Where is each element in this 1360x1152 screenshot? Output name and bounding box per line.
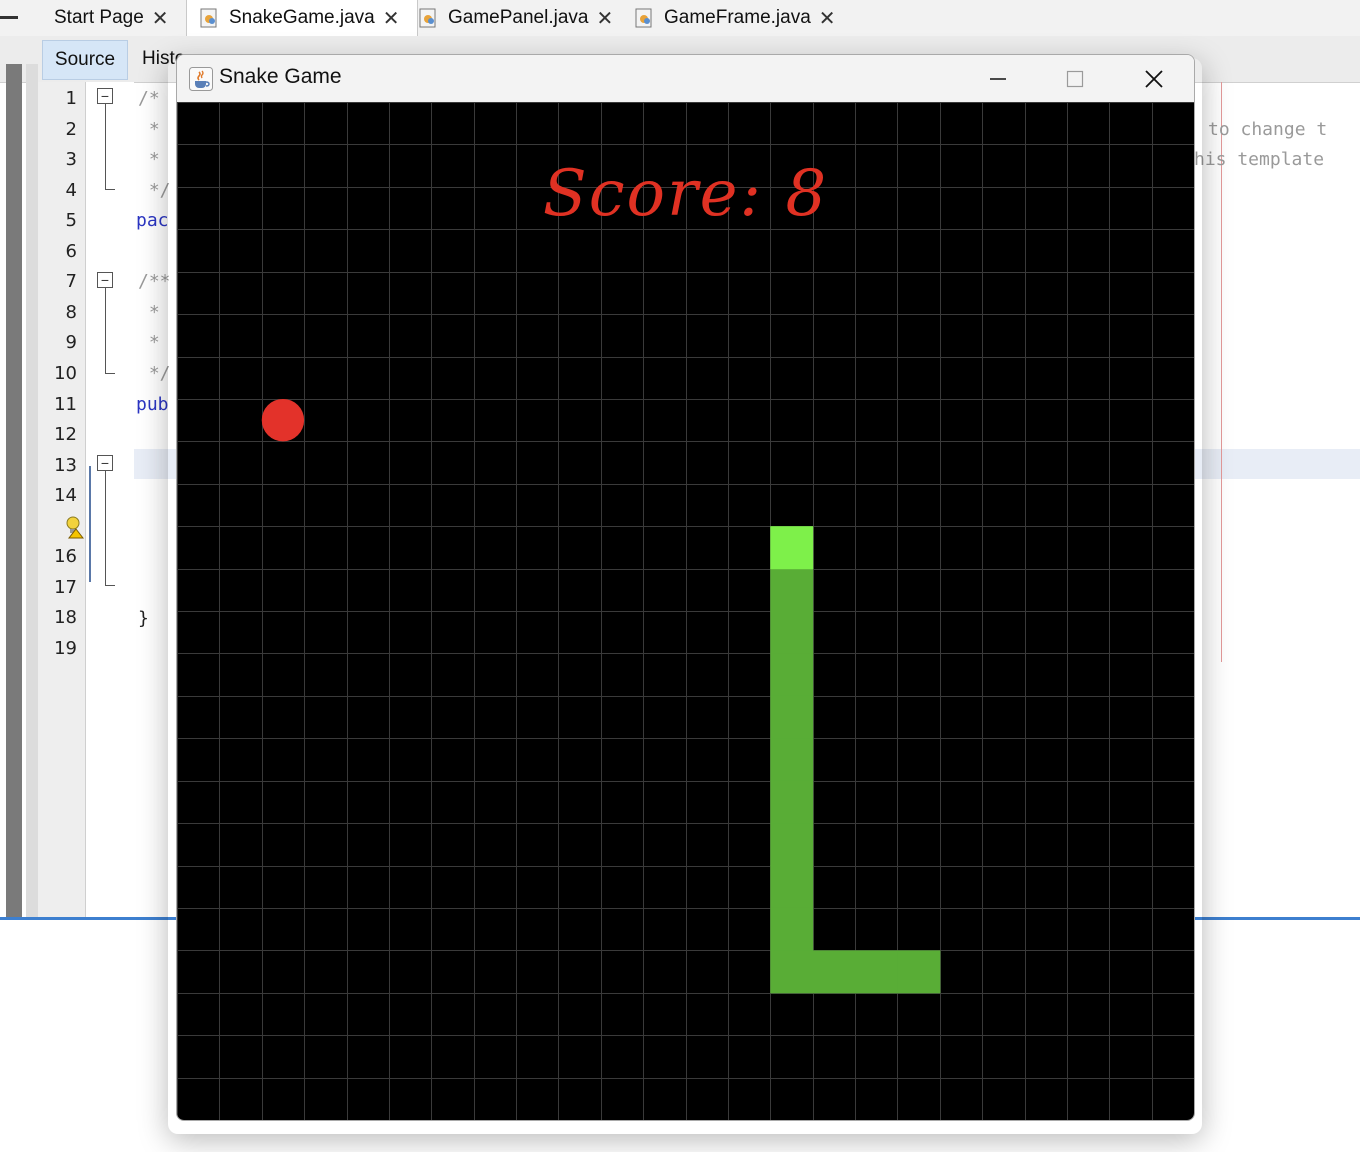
code-fold-column: − − − [86,82,134,918]
tab-label: GameFrame.java [664,7,811,28]
tab-snakegame-java[interactable]: SnakeGame.java ✕ [186,0,418,36]
lightbulb-warning-icon[interactable] [64,515,84,539]
fold-toggle-icon[interactable]: − [97,455,113,471]
minimize-icon [989,77,1006,80]
code-comment: * [138,119,160,140]
line-number: 10 [54,363,77,384]
fold-guide [105,471,106,585]
minimize-button[interactable] [959,55,1036,102]
line-number: 13 [54,455,77,476]
code-comment: * [138,332,160,353]
tab-gamepanel-java[interactable]: GamePanel.java ✕ [408,0,632,36]
line-number: 4 [65,180,77,201]
game-canvas [177,102,1194,1120]
line-number: 7 [65,271,77,292]
panel-minimize-icon[interactable] [0,16,18,19]
score-label: Score: 8 [542,157,829,231]
tab-gameframe-java[interactable]: GameFrame.java ✕ [626,0,854,36]
line-number: 8 [65,302,77,323]
snake-body-segment [770,780,814,824]
fold-guide [105,585,115,586]
code-comment: */ [138,363,171,384]
apple-layer [261,398,305,442]
fold-guide [105,104,106,189]
line-number-gutter: 1 2 3 4 5 6 7 8 9 10 11 12 13 14 16 17 1… [38,82,86,918]
snake-body-segment [770,653,814,697]
maximize-icon [1066,70,1083,87]
java-coffee-icon [189,67,213,91]
code-comment: /** [138,271,171,292]
editor-tab-bar: Start Page ✕ SnakeGame.java ✕ GamePanel.… [0,0,1360,37]
line-number: 19 [54,638,77,659]
snake-game-window: Snake Game Score: 8 [176,54,1195,1121]
close-icon[interactable]: ✕ [152,6,169,31]
line-number: 3 [65,149,77,170]
close-icon [1144,69,1163,88]
fold-guide [105,189,115,190]
close-button[interactable] [1115,55,1192,102]
close-icon[interactable]: ✕ [819,6,836,31]
code-keyword: pub [136,394,169,415]
window-titlebar[interactable]: Snake Game [177,55,1194,102]
close-icon[interactable]: ✕ [383,6,400,31]
line-number: 2 [65,119,77,140]
code-brace: } [138,608,149,629]
side-panel-strip [6,64,22,918]
snake-body-segment [770,738,814,782]
line-number: 16 [54,546,77,567]
tab-start-page[interactable]: Start Page ✕ [40,0,196,36]
line-number: 6 [65,241,77,262]
code-comment: * [138,149,160,170]
code-comment: /* [138,88,160,109]
snake-body-segment [770,907,814,951]
fold-toggle-icon[interactable]: − [97,272,113,288]
code-comment: */ [138,180,171,201]
snake-body-segment [855,950,898,994]
line-number: 9 [65,332,77,353]
tab-label: SnakeGame.java [229,7,375,28]
line-number: 12 [54,424,77,445]
code-comment: to change t [1208,119,1328,140]
maximize-button[interactable] [1036,55,1113,102]
code-keyword: pac [136,210,169,231]
snake-head [770,526,814,570]
snake-body-segment [770,695,814,739]
snake-body-segment [812,950,856,994]
game-board[interactable]: Score: 8 [177,102,1194,1120]
line-number: 17 [54,577,77,598]
java-file-icon [635,8,652,28]
code-comment: his template [1194,149,1325,170]
snake-body-segment [770,950,814,994]
snake-body-segment [770,823,814,867]
scope-bracket [89,466,91,582]
apple [261,398,305,442]
snake-body-segment [770,865,814,909]
line-number: 14 [54,485,77,506]
snake-body-segment [770,568,814,612]
java-file-icon [200,8,217,28]
java-file-icon [419,8,436,28]
snake-body-segment [770,611,814,655]
window-title: Snake Game [219,65,342,88]
source-view-button[interactable]: Source [42,40,128,80]
fold-guide [105,288,106,373]
line-number: 18 [54,607,77,628]
code-comment: * [138,302,160,323]
line-number: 11 [54,394,77,415]
tab-label: GamePanel.java [448,7,589,28]
fold-toggle-icon[interactable]: − [97,88,113,104]
line-number: 1 [65,88,77,109]
tab-label: Start Page [54,7,144,28]
close-icon[interactable]: ✕ [596,6,613,31]
line-number: 5 [65,210,77,231]
snake-body-segment [897,950,941,994]
fold-guide [105,373,115,374]
